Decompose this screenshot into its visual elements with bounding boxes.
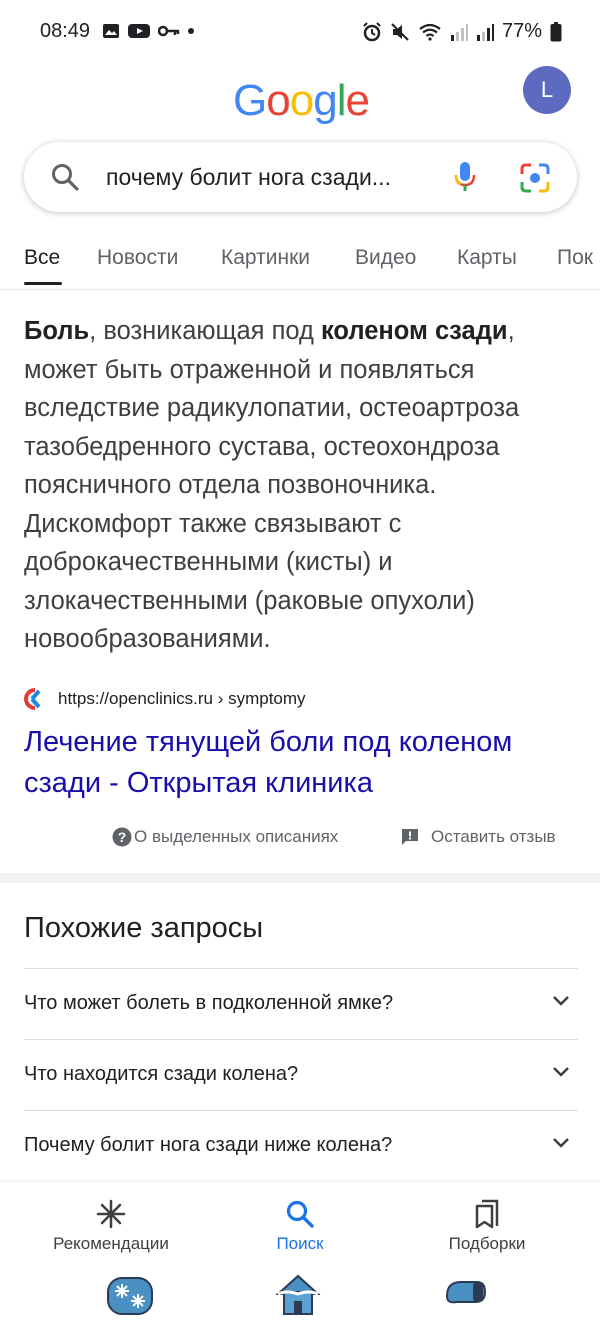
related-item[interactable]: Почему болит нога сзади ниже колена? bbox=[24, 1110, 578, 1181]
related-item-label: Что находится сзади колена? bbox=[24, 1063, 299, 1085]
related-item[interactable]: Что может болеть в подколенной ямке? bbox=[24, 968, 578, 1039]
doodle-strip bbox=[0, 1272, 600, 1322]
help-icon: ? bbox=[112, 827, 132, 847]
tab-images[interactable]: Картинки bbox=[221, 246, 310, 270]
nav-search[interactable]: Поиск bbox=[220, 1194, 380, 1254]
status-notification-icons bbox=[102, 22, 194, 40]
nav-discover[interactable]: Рекомендации bbox=[31, 1194, 191, 1254]
chevron-down-icon bbox=[553, 1138, 569, 1148]
feedback-button[interactable]: Оставить отзыв bbox=[401, 827, 556, 847]
related-item-label: Почему болит нога сзади ниже колена? bbox=[24, 1134, 393, 1156]
signal-1-icon bbox=[450, 23, 468, 41]
nav-collections[interactable]: Подборки bbox=[407, 1194, 567, 1254]
mic-icon[interactable] bbox=[452, 160, 478, 194]
snowflake-cookie-icon[interactable] bbox=[104, 1274, 156, 1318]
lens-icon[interactable] bbox=[519, 162, 551, 194]
snippet-text-2: , может быть отраженной и появляться всл… bbox=[24, 317, 520, 653]
key-icon bbox=[158, 25, 180, 37]
active-tab-indicator bbox=[24, 282, 62, 285]
status-system-icons: 77% bbox=[362, 20, 562, 43]
discover-icon bbox=[96, 1199, 126, 1229]
nav-discover-label: Рекомендации bbox=[53, 1234, 169, 1253]
about-label: О выделенных описаниях bbox=[134, 827, 339, 846]
search-box[interactable]: почему болит нога сзади... bbox=[24, 142, 577, 212]
status-bar: 08:49 77% bbox=[0, 0, 600, 66]
feedback-label: Оставить отзыв bbox=[431, 827, 556, 846]
google-logo[interactable]: Google bbox=[233, 76, 370, 126]
related-searches-list: Что может болеть в подколенной ямке? Что… bbox=[24, 968, 578, 1181]
nav-search-label: Поиск bbox=[276, 1234, 324, 1253]
site-favicon bbox=[24, 688, 41, 710]
avatar-letter: L bbox=[540, 77, 554, 102]
tab-maps[interactable]: Карты bbox=[457, 246, 517, 270]
search-input[interactable]: почему болит нога сзади... bbox=[106, 164, 446, 191]
search-icon bbox=[286, 1200, 314, 1228]
signal-2-icon bbox=[476, 23, 494, 41]
about-featured-snippets[interactable]: ? О выделенных описаниях bbox=[112, 827, 338, 847]
source-url: https://openclinics.ru › symptomy bbox=[58, 689, 306, 708]
tab-shopping[interactable]: Пок bbox=[557, 246, 593, 270]
related-item[interactable]: Что находится сзади колена? bbox=[24, 1039, 578, 1110]
status-time: 08:49 bbox=[40, 20, 91, 42]
related-item-label: Что может болеть в подколенной ямке? bbox=[24, 992, 394, 1014]
mute-icon bbox=[391, 22, 409, 41]
chevron-down-icon bbox=[553, 996, 569, 1006]
tab-video[interactable]: Видео bbox=[355, 246, 416, 270]
search-icon bbox=[52, 164, 79, 191]
alarm-icon bbox=[363, 21, 381, 41]
tab-news[interactable]: Новости bbox=[97, 246, 178, 270]
mitten-icon[interactable] bbox=[443, 1276, 489, 1312]
snippet-bold-2: коленом сзади bbox=[320, 317, 508, 345]
gallery-icon bbox=[103, 24, 119, 38]
chevron-down-icon bbox=[553, 1067, 569, 1077]
collections-icon bbox=[475, 1199, 499, 1229]
nav-collections-label: Подборки bbox=[448, 1234, 526, 1253]
featured-snippet-text: Боль, возникающая под коленом сзади, мож… bbox=[24, 312, 580, 659]
search-tabs: Все Новости Картинки Видео Карты Пок bbox=[0, 240, 600, 290]
youtube-icon bbox=[128, 24, 150, 38]
result-source[interactable]: https://openclinics.ru › symptomy bbox=[24, 688, 306, 710]
battery-icon bbox=[550, 21, 562, 41]
result-title-link[interactable]: Лечение тянущей боли под коленом сзади -… bbox=[24, 722, 584, 804]
snippet-bold-1: Боль bbox=[24, 317, 90, 345]
bottom-navigation: Рекомендации Поиск Подборки bbox=[0, 1182, 600, 1332]
snippet-text-1: , возникающая под bbox=[89, 317, 321, 345]
feedback-icon bbox=[402, 829, 418, 845]
tab-all[interactable]: Все bbox=[24, 246, 60, 270]
section-divider bbox=[0, 873, 600, 883]
wifi-icon bbox=[419, 23, 441, 41]
related-searches-title: Похожие запросы bbox=[24, 912, 264, 944]
more-notifications-dot bbox=[188, 28, 194, 34]
snippet-footer: ? О выделенных описаниях Оставить отзыв bbox=[0, 827, 600, 853]
account-avatar[interactable]: L bbox=[523, 66, 571, 114]
snow-house-icon[interactable] bbox=[275, 1272, 321, 1318]
svg-text:?: ? bbox=[118, 829, 127, 845]
battery-percent: 77% bbox=[501, 20, 542, 42]
